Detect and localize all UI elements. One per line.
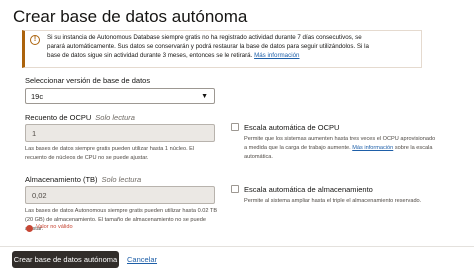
ocpu-autoscale-help: Permite que los sistemas aumenten hasta … (244, 135, 469, 161)
database-version-select[interactable]: 19c ▼ (25, 88, 215, 104)
dialog-footer: Crear base de datos autónoma Cancelar (0, 246, 474, 271)
warning-text: Si su instancia de Autonomous Database s… (47, 33, 419, 61)
ocpu-help-line-2: recuento de núcleos de CPU no se puede a… (25, 154, 149, 161)
create-database-button[interactable]: Crear base de datos autónoma (12, 251, 119, 268)
ocpu-autoscale-help-line-2: a medida que la carga de trabajo aumente… (244, 144, 351, 151)
ocpu-autoscale-help-line-1: Permite que los sistemas aumenten hasta … (244, 136, 436, 142)
dialog-body[interactable]: ! Si su instancia de Autonomous Database… (0, 30, 474, 246)
version-label: Seleccionar versión de base de datos (25, 76, 151, 85)
ocpu-label-row: Recuento de OCPU Solo lectura (25, 113, 135, 122)
storage-value: 0,02 (32, 191, 47, 200)
ocpu-autoscale-more-info-link[interactable]: Más información (352, 145, 393, 151)
warning-alert: ! Si su instancia de Autonomous Database… (22, 30, 422, 68)
storage-readonly-tag: Solo lectura (101, 175, 142, 184)
warning-icon: ! (30, 35, 40, 45)
storage-autoscale-help: Permite al sistema ampliar hasta el trip… (244, 198, 422, 204)
error-message: Valor no válido (36, 224, 73, 230)
storage-autoscale-checkbox[interactable] (231, 185, 239, 193)
ocpu-autoscale-help-line-3: automática. (244, 153, 273, 160)
warning-line-1: Si su instancia de Autonomous Database s… (47, 34, 362, 41)
ocpu-autoscale-checkbox[interactable] (231, 123, 239, 131)
ocpu-count-field: 1 (25, 124, 215, 142)
warning-line-2: parará automáticamente. Sus datos se con… (47, 43, 369, 51)
ocpu-label: Recuento de OCPU (25, 113, 92, 122)
ocpu-autoscale-label[interactable]: Escala automática de OCPU (244, 123, 339, 132)
database-version-value: 19c (31, 92, 44, 101)
storage-autoscale-label[interactable]: Escala automática de almacenamiento (244, 185, 373, 194)
cancel-link[interactable]: Cancelar (127, 255, 157, 264)
storage-label-row: Almacenamiento (TB) Solo lectura (25, 175, 141, 184)
ocpu-help: Las bases de datos siempre gratis pueden… (25, 145, 215, 163)
ocpu-readonly-tag: Solo lectura (95, 113, 135, 122)
warning-line-3: base de datos sigue sin actividad durant… (47, 52, 253, 60)
storage-help-line-1: Las bases de datos Autonomous siempre gr… (25, 208, 218, 214)
storage-field: 0,02 (25, 186, 215, 204)
error-icon (26, 225, 33, 232)
dialog-title: Crear base de datos autónoma (13, 7, 248, 26)
storage-label: Almacenamiento (TB) (25, 175, 98, 184)
ocpu-help-line-1: Las bases de datos siempre gratis pueden… (25, 146, 195, 152)
ocpu-autoscale-help-tail: sobre la escala (394, 144, 433, 151)
chevron-down-icon: ▼ (201, 93, 208, 100)
ocpu-count-value: 1 (32, 129, 37, 138)
warning-more-info-link[interactable]: Más información (254, 52, 299, 59)
